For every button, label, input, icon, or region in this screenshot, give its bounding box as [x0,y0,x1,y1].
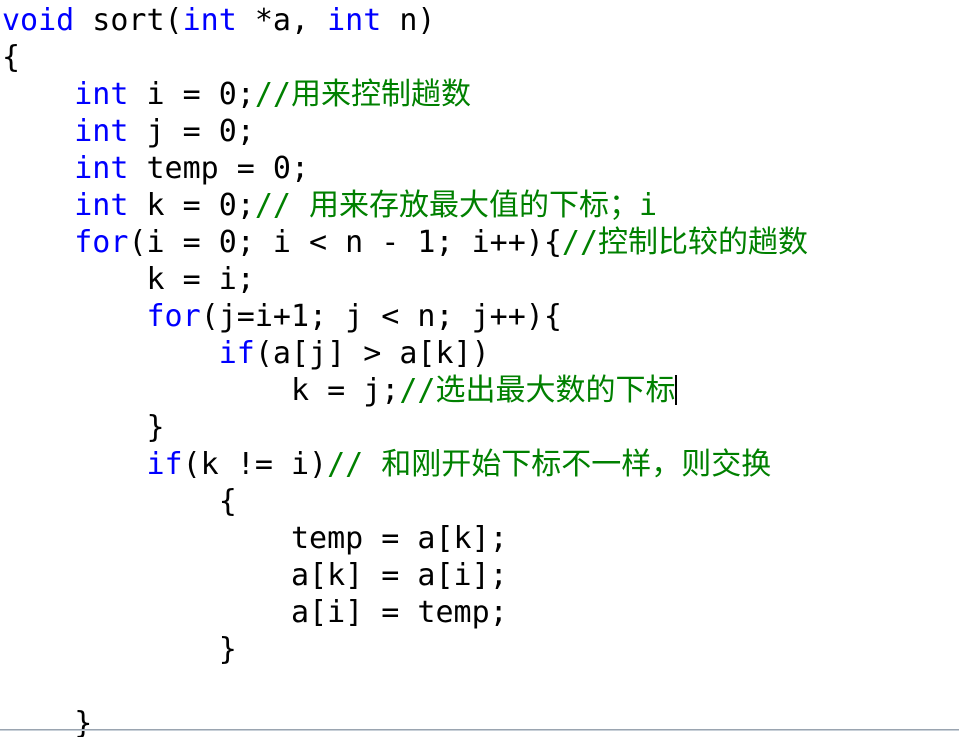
code-text: a[i] = temp; [290,595,508,630]
code-text: n) [381,3,436,38]
code-line[interactable]: a[i] = temp; [2,594,959,631]
code-line[interactable]: int j = 0; [2,113,959,150]
code-text: k = j; [290,373,400,408]
code-text: } [218,632,237,667]
code-keyword: for [146,299,201,334]
code-line[interactable]: } [2,705,959,737]
code-text: a[k] = a[i]; [290,558,508,593]
code-line[interactable]: k = i; [2,261,959,298]
code-text: (j=i+1; j < n; j++){ [200,299,562,334]
code-keyword: int [74,114,129,149]
code-text: k = i; [146,262,255,297]
code-text: *a, [236,3,328,38]
code-editor-text-area[interactable]: void sort(int *a, int n){ int i = 0;//用来… [0,0,959,737]
code-keyword: void [2,3,75,38]
code-line[interactable]: int temp = 0; [2,150,959,187]
code-line[interactable]: int i = 0;//用来控制趟数 [2,76,959,113]
code-text: temp = 0; [128,151,310,186]
bottom-divider [0,729,959,731]
code-line[interactable] [2,668,959,705]
code-line[interactable]: { [2,39,959,76]
code-line[interactable]: int k = 0;// 用来存放最大值的下标；i [2,187,959,224]
code-line[interactable]: for(j=i+1; j < n; j++){ [2,298,959,335]
code-line[interactable]: if(k != i)// 和刚开始下标不一样，则交换 [2,446,959,483]
code-comment: //用来控制趟数 [254,77,471,112]
code-text: sort( [74,3,183,38]
code-text: (a[j] > a[k]) [254,336,490,371]
code-keyword: int [74,77,129,112]
code-comment: //控制比较的趟数 [561,225,809,260]
code-text: } [146,410,165,445]
code-line[interactable]: if(a[j] > a[k]) [2,335,959,372]
code-comment: // 用来存放最大值的下标；i [254,188,658,223]
code-line[interactable]: } [2,631,959,668]
code-editor-window: void sort(int *a, int n){ int i = 0;//用来… [0,0,959,737]
code-line[interactable]: for(i = 0; i < n - 1; i++){//控制比较的趟数 [2,224,959,261]
code-line[interactable]: } [2,409,959,446]
code-text: i = 0; [128,77,255,112]
code-keyword: if [146,447,183,482]
code-text: } [74,706,93,737]
code-comment: // 和刚开始下标不一样，则交换 [327,447,772,482]
code-keyword: int [182,3,237,38]
code-text: j = 0; [128,114,255,149]
code-comment: //选出最大数的下标 [399,373,676,408]
code-keyword: int [74,188,129,223]
code-line[interactable]: { [2,483,959,520]
code-keyword: for [74,225,129,260]
code-line[interactable]: void sort(int *a, int n) [2,2,959,39]
code-keyword: if [218,336,255,371]
code-text: temp = a[k]; [290,521,508,556]
code-text: (i = 0; i < n - 1; i++){ [128,225,562,260]
code-text: (k != i) [182,447,328,482]
code-line[interactable]: k = j;//选出最大数的下标 [2,372,959,409]
code-text: { [218,484,237,519]
code-text: k = 0; [128,188,255,223]
code-keyword: int [74,151,129,186]
code-keyword: int [327,3,382,38]
code-line[interactable]: a[k] = a[i]; [2,557,959,594]
code-text: { [2,40,21,75]
text-caret [675,375,678,405]
code-line[interactable]: temp = a[k]; [2,520,959,557]
